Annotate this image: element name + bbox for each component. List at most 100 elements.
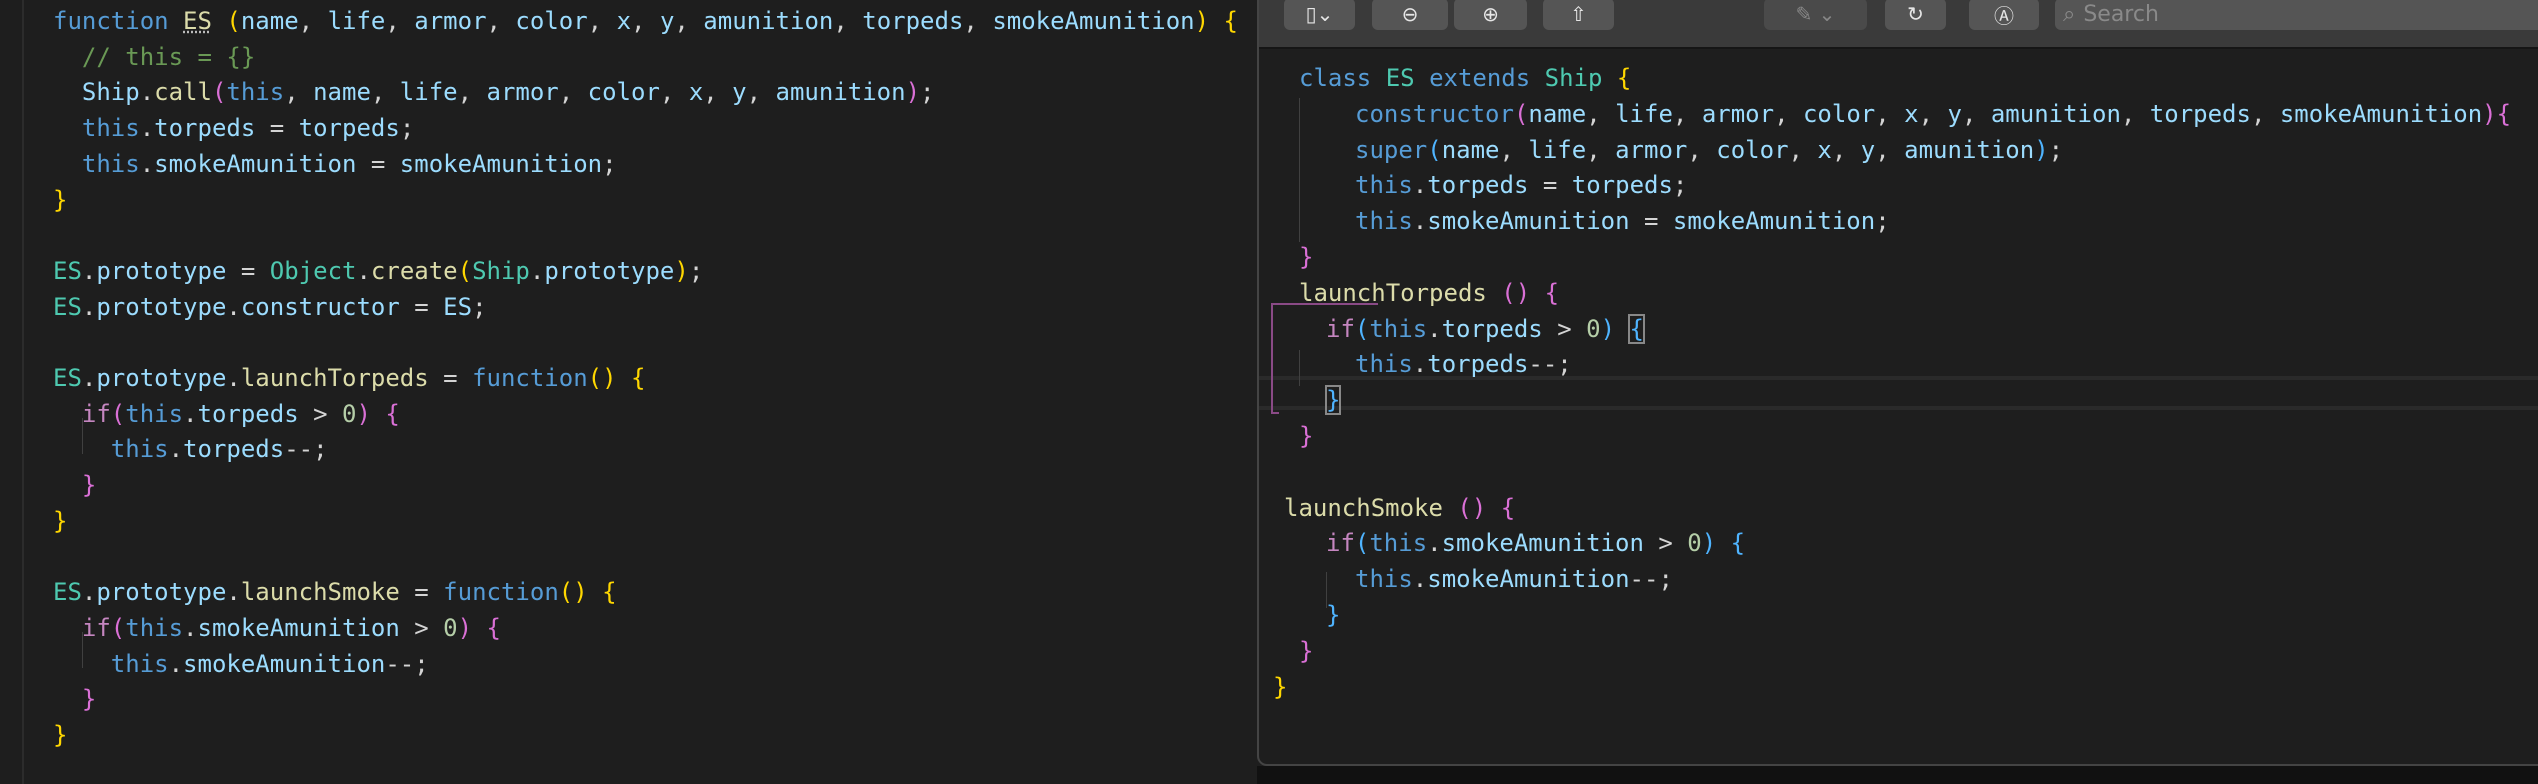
code-token: smokeAmunition [1427,207,1630,236]
code-token: , [1687,135,1717,164]
viewer-toolbar: ▯⌄ ⊖ ⊕ ⇧ ✎ ⌄ ↻ Ⓐ ⌕ Search [1259,0,2538,49]
code-token: , [746,78,776,107]
code-token: , [1586,99,1616,128]
code-line: constructor(name, life, armor, color, x,… [1355,96,2511,132]
code-token: ES [53,578,82,607]
code-token: } [53,185,68,214]
code-token: --; [385,649,429,678]
code-line: this.smokeAmunition--; [111,646,429,682]
preview-window[interactable]: ▯⌄ ⊖ ⊕ ⇧ ✎ ⌄ ↻ Ⓐ ⌕ Search class ES exten… [1257,0,2538,766]
code-token: torpeds [298,114,400,143]
code-line: launchTorpeds () { [1299,275,1559,311]
code-token: this [226,78,285,107]
code-token: } [1299,243,1314,271]
code-token: Ship [1544,64,1603,92]
code-token: = [226,256,270,285]
markup-button[interactable]: Ⓐ [1969,0,2039,30]
code-token: name [240,7,299,35]
code-token: smokeAmunition [1441,529,1644,558]
code-token: torpeds [1427,171,1529,200]
code-token: this [1355,350,1413,379]
code-token: this [1355,207,1413,236]
code-line: } [82,681,96,717]
code-token: class [1299,64,1372,92]
highlight-button[interactable]: ✎ ⌄ [1764,0,1867,30]
code-token: Ship [81,78,140,107]
code-token: 0 [1687,529,1702,558]
code-token: . [81,578,97,607]
indent-guide [1299,350,1300,386]
code-token: torpeds [183,435,285,464]
current-line-highlight [1259,406,2538,410]
code-token: ; [2048,135,2064,164]
code-token: smokeAmunition [197,613,400,642]
code-line: } [1299,633,1313,669]
code-token: , [587,7,617,35]
code-token: color [515,7,588,35]
code-line: // this = {} [82,39,255,75]
code-token: if [1326,314,1355,343]
code-token: { [1223,7,1238,35]
share-button[interactable]: ⇧ [1543,0,1614,30]
search-placeholder: Search [2083,1,2159,27]
code-token: this [1355,171,1413,200]
code-token: . [81,364,97,392]
code-token: ES [53,256,82,285]
rotate-button[interactable]: ↻ [1885,0,1946,30]
code-token: Object [269,256,357,285]
code-token: this [110,435,169,464]
code-token: } [1273,672,1288,701]
code-token: 0 [443,613,458,642]
code-token: , [486,7,516,35]
code-line: Ship.call(this, name, life, armor, color… [82,74,935,110]
code-token: prototype [544,256,675,285]
code-token: , [370,78,400,107]
code-line: this.smokeAmunition--; [1355,561,1673,597]
code-line: } [53,717,67,753]
zoom-in-button[interactable]: ⊕ [1454,0,1527,30]
code-token: Ship [472,256,530,285]
code-token: this [110,649,169,678]
code-token: , [963,7,993,35]
code-token: amunition [775,78,906,107]
code-token: 0 [342,399,357,428]
share-icon: ⇧ [1570,2,1587,26]
code-token: y [1860,135,1876,164]
search-input[interactable]: ⌕ Search [2055,0,2538,30]
code-token: { [486,613,501,642]
code-line: } [1324,382,1342,418]
code-token: ; [602,149,617,178]
code-token: } [1324,385,1342,416]
code-token: // this = {} [81,42,256,71]
code-line: } [1273,669,1287,705]
code-token: , [833,7,863,35]
code-line: this.smokeAmunition = smokeAmunition; [82,146,617,182]
code-token: () [1501,278,1531,307]
code-token: ) [1194,7,1210,35]
code-token: x [1817,135,1832,164]
left-code-editor[interactable]: function ES (name, life, armor, color, x… [0,0,1257,784]
sidebar-toggle-button[interactable]: ▯⌄ [1284,0,1355,30]
code-token: , [1875,135,1905,164]
code-token: . [168,435,184,464]
code-token: { [602,578,617,607]
code-token: life [1528,135,1587,164]
code-token: , [1499,135,1529,164]
highlighter-icon: ✎ ⌄ [1795,2,1836,26]
code-line: function ES (name, life, armor, color, x… [53,3,1238,39]
code-token: this [1355,565,1413,594]
code-token: . [81,256,97,285]
code-token: ) [457,613,473,642]
code-token: { [1500,493,1516,522]
code-token: > [1542,314,1587,343]
zoom-out-button[interactable]: ⊖ [1372,0,1448,30]
code-line: this.torpeds = torpeds; [1355,167,1687,203]
code-token: . [1427,529,1442,558]
